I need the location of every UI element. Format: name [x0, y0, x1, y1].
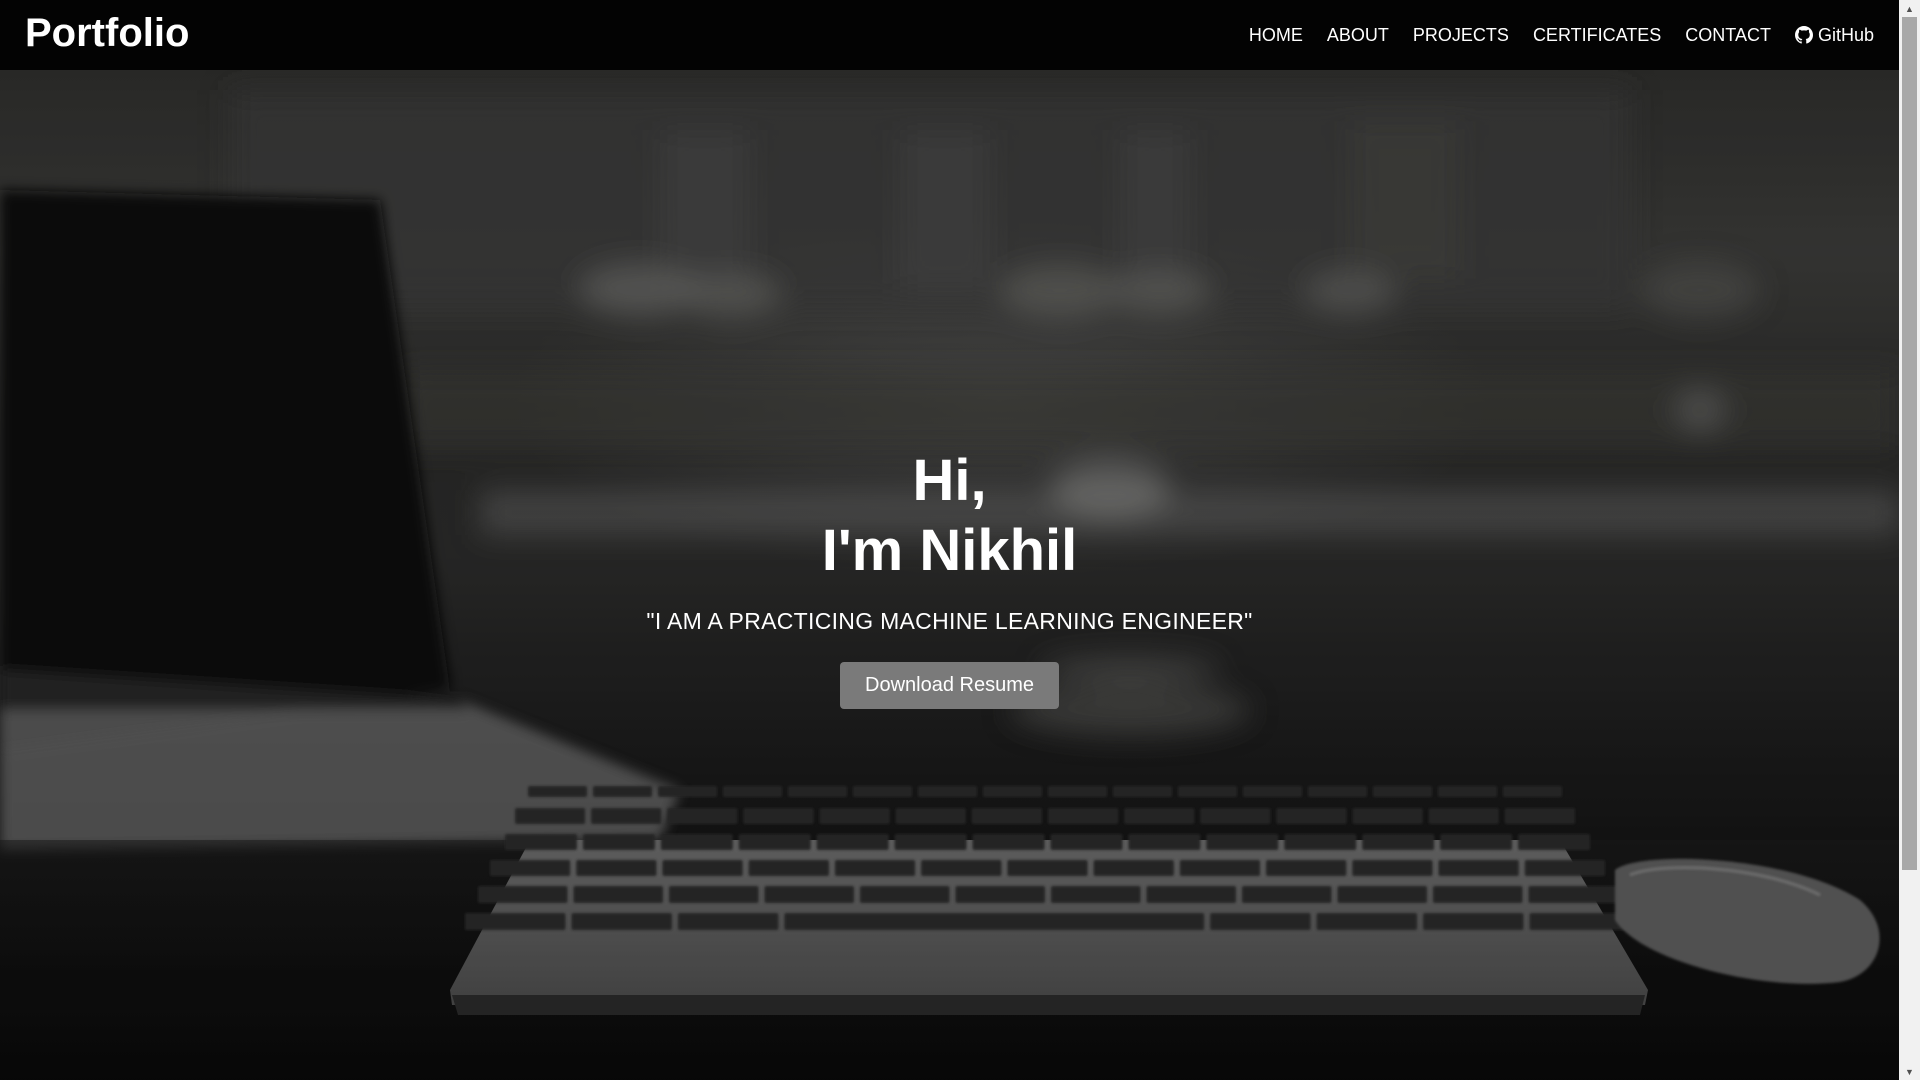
- nav-link-about[interactable]: ABOUT: [1327, 25, 1389, 46]
- github-icon: [1794, 26, 1813, 44]
- nav-link-projects[interactable]: PROJECTS: [1413, 25, 1509, 46]
- hero-section: Hi, I'm Nikhil "I AM A PRACTICING MACHIN…: [0, 70, 1899, 1080]
- hero-content: Hi, I'm Nikhil "I AM A PRACTICING MACHIN…: [0, 70, 1899, 1080]
- brand-logo[interactable]: Portfolio: [25, 11, 189, 56]
- greeting-line-2: I'm Nikhil: [821, 518, 1078, 583]
- github-label: GitHub: [1817, 24, 1874, 45]
- nav-link-contact[interactable]: CONTACT: [1685, 25, 1771, 46]
- nav-link-github[interactable]: GitHub: [1794, 24, 1874, 46]
- scroll-down-arrow-icon[interactable]: ▼: [1899, 1063, 1920, 1080]
- nav-link-certificates[interactable]: CERTIFICATES: [1533, 25, 1661, 46]
- page-scrollbar[interactable]: ▲ ▼: [1899, 0, 1920, 1080]
- scrollbar-thumb[interactable]: [1902, 17, 1917, 870]
- hero-greeting: Hi, I'm Nikhil: [0, 446, 1899, 586]
- scroll-up-arrow-icon[interactable]: ▲: [1899, 0, 1920, 17]
- hero-tagline: "I AM A PRACTICING MACHINE LEARNING ENGI…: [646, 608, 1253, 634]
- download-resume-button[interactable]: Download Resume: [840, 662, 1059, 709]
- navbar: Portfolio HOME ABOUT PROJECTS CERTIFICAT…: [0, 0, 1899, 70]
- nav-link-home[interactable]: HOME: [1249, 25, 1303, 46]
- page: Portfolio HOME ABOUT PROJECTS CERTIFICAT…: [0, 0, 1899, 1080]
- nav-menu: HOME ABOUT PROJECTS CERTIFICATES CONTACT…: [1249, 0, 1874, 70]
- greeting-line-1: Hi,: [912, 448, 987, 513]
